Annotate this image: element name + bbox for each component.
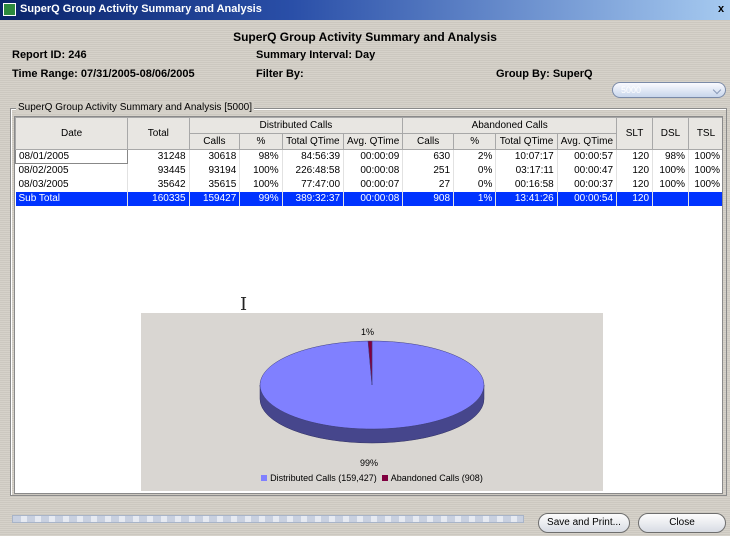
- table-row[interactable]: 08/02/2005 93445 93194 100% 226:48:58 00…: [15, 163, 722, 178]
- summary-interval: Summary Interval: Day: [256, 49, 376, 61]
- cell-total: 160335: [127, 191, 190, 206]
- group-header-abandoned: Abandoned Calls: [402, 117, 618, 134]
- cell-date: Sub Total: [15, 191, 129, 206]
- cell-aband-calls: 251: [402, 163, 455, 178]
- subtotal-row[interactable]: Sub Total 160335 159427 99% 389:32:37 00…: [15, 191, 722, 206]
- cell-total: 31248: [127, 149, 190, 164]
- legend-label-distributed: Distributed Calls (159,427): [270, 473, 377, 483]
- cell-aband-pct: 0%: [453, 163, 497, 178]
- cell-total: 93445: [127, 163, 190, 178]
- cell-dist-pct: 100%: [239, 163, 283, 178]
- cell-aband-avg-qtime: 00:00:37: [557, 177, 618, 192]
- cell-dist-calls: 93194: [189, 163, 241, 178]
- cell-tsl: 100%: [688, 177, 722, 192]
- chart-legend: Distributed Calls (159,427) Abandoned Ca…: [141, 473, 603, 483]
- cell-tsl: 100%: [688, 163, 722, 178]
- cell-dist-total-qtime: 84:56:39: [282, 149, 345, 164]
- cell-tsl: 100%: [688, 149, 722, 164]
- group-select[interactable]: 5000: [612, 82, 726, 98]
- group-by: Group By: SuperQ: [496, 68, 593, 80]
- window-title: SuperQ Group Activity Summary and Analys…: [20, 3, 262, 15]
- col-header-dist-calls[interactable]: Calls: [188, 133, 241, 150]
- cell-slt: 120: [616, 177, 654, 192]
- col-header-tsl[interactable]: TSL: [687, 117, 722, 150]
- table-row[interactable]: 08/01/2005 31248 30618 98% 84:56:39 00:0…: [15, 149, 722, 164]
- cell-dist-avg-qtime: 00:00:09: [343, 149, 404, 164]
- col-header-total[interactable]: Total: [127, 117, 190, 150]
- cell-tsl: [688, 191, 722, 206]
- report-window: SuperQ Group Activity Summary and Analys…: [0, 0, 730, 536]
- col-header-aband-pct[interactable]: %: [453, 133, 497, 150]
- chevron-down-icon: [712, 85, 722, 95]
- legend-label-abandoned: Abandoned Calls (908): [390, 473, 483, 483]
- cell-aband-pct: 1%: [453, 191, 497, 206]
- cell-aband-calls: 630: [402, 149, 455, 164]
- filter-by: Filter By:: [256, 68, 304, 80]
- cell-aband-total-qtime: 00:16:58: [495, 177, 558, 192]
- cell-dist-total-qtime: 226:48:58: [282, 163, 345, 178]
- cell-dist-avg-qtime: 00:00:07: [343, 177, 404, 192]
- cell-dist-pct: 100%: [239, 177, 283, 192]
- cell-aband-total-qtime: 03:17:11: [495, 163, 558, 178]
- cell-total: 35642: [127, 177, 190, 192]
- cell-slt: 120: [616, 191, 654, 206]
- cell-aband-pct: 0%: [453, 177, 497, 192]
- cell-slt: 120: [616, 149, 654, 164]
- time-range: Time Range: 07/31/2005-08/06/2005: [12, 68, 195, 80]
- legend-swatch-distributed: [261, 475, 268, 481]
- cell-aband-total-qtime: 13:41:26: [495, 191, 558, 206]
- cell-aband-calls: 908: [402, 191, 455, 206]
- cell-date: 08/02/2005: [15, 163, 129, 178]
- report-id: Report ID: 246: [12, 49, 87, 61]
- cell-date: 08/01/2005: [15, 149, 129, 164]
- cell-dist-calls: 35615: [189, 177, 241, 192]
- save-and-print-button[interactable]: Save and Print...: [538, 513, 630, 533]
- close-button[interactable]: Close: [638, 513, 726, 533]
- group-select-value: 5000: [621, 85, 642, 95]
- col-header-dsl[interactable]: DSL: [652, 117, 689, 150]
- text-cursor-icon: I: [240, 294, 248, 315]
- col-header-dist-total-qtime[interactable]: Total QTime: [281, 133, 345, 150]
- cell-slt: 120: [616, 163, 654, 178]
- group-box-legend: SuperQ Group Activity Summary and Analys…: [16, 102, 254, 113]
- cell-dist-pct: 99%: [239, 191, 283, 206]
- col-header-slt[interactable]: SLT: [616, 117, 654, 150]
- col-header-aband-total-qtime[interactable]: Total QTime: [495, 133, 558, 150]
- cell-aband-total-qtime: 10:07:17: [495, 149, 558, 164]
- cell-dist-avg-qtime: 00:00:08: [343, 191, 404, 206]
- title-bar[interactable]: SuperQ Group Activity Summary and Analys…: [0, 0, 730, 20]
- cell-date: 08/03/2005: [15, 177, 129, 192]
- cell-aband-avg-qtime: 00:00:54: [557, 191, 618, 206]
- cell-aband-pct: 2%: [453, 149, 497, 164]
- app-icon: [3, 3, 16, 16]
- cell-dist-total-qtime: 77:47:00: [282, 177, 345, 192]
- pie-label-distributed-pct: 99%: [360, 458, 379, 468]
- cell-aband-avg-qtime: 00:00:47: [557, 163, 618, 178]
- close-icon[interactable]: x: [714, 2, 728, 16]
- col-header-aband-avg-qtime[interactable]: Avg. QTime: [556, 133, 618, 150]
- col-header-dist-pct[interactable]: %: [239, 133, 283, 150]
- cell-dist-calls: 159427: [189, 191, 241, 206]
- col-header-aband-calls[interactable]: Calls: [402, 133, 455, 150]
- cell-dsl: 98%: [652, 149, 689, 164]
- cell-dist-pct: 98%: [239, 149, 283, 164]
- group-header-distributed: Distributed Calls: [188, 117, 404, 134]
- cell-dist-avg-qtime: 00:00:08: [343, 163, 404, 178]
- legend-swatch-abandoned: [381, 475, 388, 481]
- table-row[interactable]: 08/03/2005 35642 35615 100% 77:47:00 00:…: [15, 177, 722, 192]
- col-header-dist-avg-qtime[interactable]: Avg. QTime: [343, 133, 404, 150]
- col-header-date[interactable]: Date: [15, 117, 129, 150]
- cell-dist-total-qtime: 389:32:37: [282, 191, 345, 206]
- pie-chart: 1% 99% Distributed Calls (159,427) Aband…: [141, 313, 603, 491]
- cell-aband-avg-qtime: 00:00:57: [557, 149, 618, 164]
- pie-label-abandoned-pct: 1%: [361, 327, 375, 337]
- summary-grid: Date Total Distributed Calls Abandoned C…: [14, 116, 723, 494]
- cell-dist-calls: 30618: [189, 149, 241, 164]
- progress-bar: [12, 515, 524, 523]
- cell-dsl: 100%: [652, 163, 689, 178]
- cell-dsl: [652, 191, 689, 206]
- cell-dsl: 100%: [652, 177, 689, 192]
- report-title: SuperQ Group Activity Summary and Analys…: [233, 30, 497, 44]
- cell-aband-calls: 27: [402, 177, 455, 192]
